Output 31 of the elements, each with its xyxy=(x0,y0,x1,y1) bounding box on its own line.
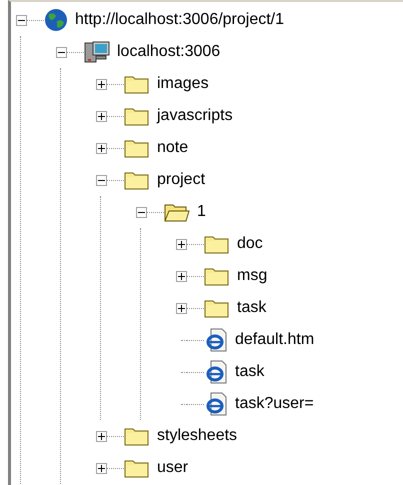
expand-button[interactable] xyxy=(96,430,106,442)
tree-item-label[interactable]: stylesheets xyxy=(155,426,240,446)
expand-button[interactable] xyxy=(176,270,186,282)
web-page-icon xyxy=(204,360,228,384)
tree-item-label[interactable]: user xyxy=(155,458,190,478)
tree-item-label[interactable]: http://localhost:3006/project/1 xyxy=(73,10,286,30)
tree-item-label[interactable]: default.htm xyxy=(233,330,316,350)
expand-button[interactable] xyxy=(96,142,106,154)
tree-item-label[interactable]: note xyxy=(155,138,190,158)
tree-item-label[interactable]: images xyxy=(155,74,211,94)
tree-item-label[interactable]: doc xyxy=(235,234,265,254)
expand-button[interactable] xyxy=(96,110,106,122)
expand-button[interactable] xyxy=(96,78,106,90)
tree-item-label[interactable]: javascripts xyxy=(155,106,235,126)
collapse-button[interactable] xyxy=(16,14,26,26)
expand-button[interactable] xyxy=(96,462,106,474)
expand-button[interactable] xyxy=(176,302,186,314)
collapse-button[interactable] xyxy=(136,206,146,218)
expand-button[interactable] xyxy=(176,238,186,250)
tree-item-label[interactable]: 1 xyxy=(195,202,208,222)
web-page-icon xyxy=(204,392,228,416)
globe-icon xyxy=(44,8,68,32)
tree-item-label[interactable]: task xyxy=(235,298,268,318)
tree-item-label[interactable]: localhost:3006 xyxy=(115,42,222,62)
tree-item-label[interactable]: msg xyxy=(235,266,270,286)
tree-item-label[interactable]: project xyxy=(155,170,208,190)
tree-item-label[interactable]: task xyxy=(233,362,266,382)
tree-item-label[interactable]: task?user= xyxy=(233,394,316,414)
web-page-icon xyxy=(204,328,228,352)
collapse-button[interactable] xyxy=(56,46,66,58)
collapse-button[interactable] xyxy=(96,174,106,186)
